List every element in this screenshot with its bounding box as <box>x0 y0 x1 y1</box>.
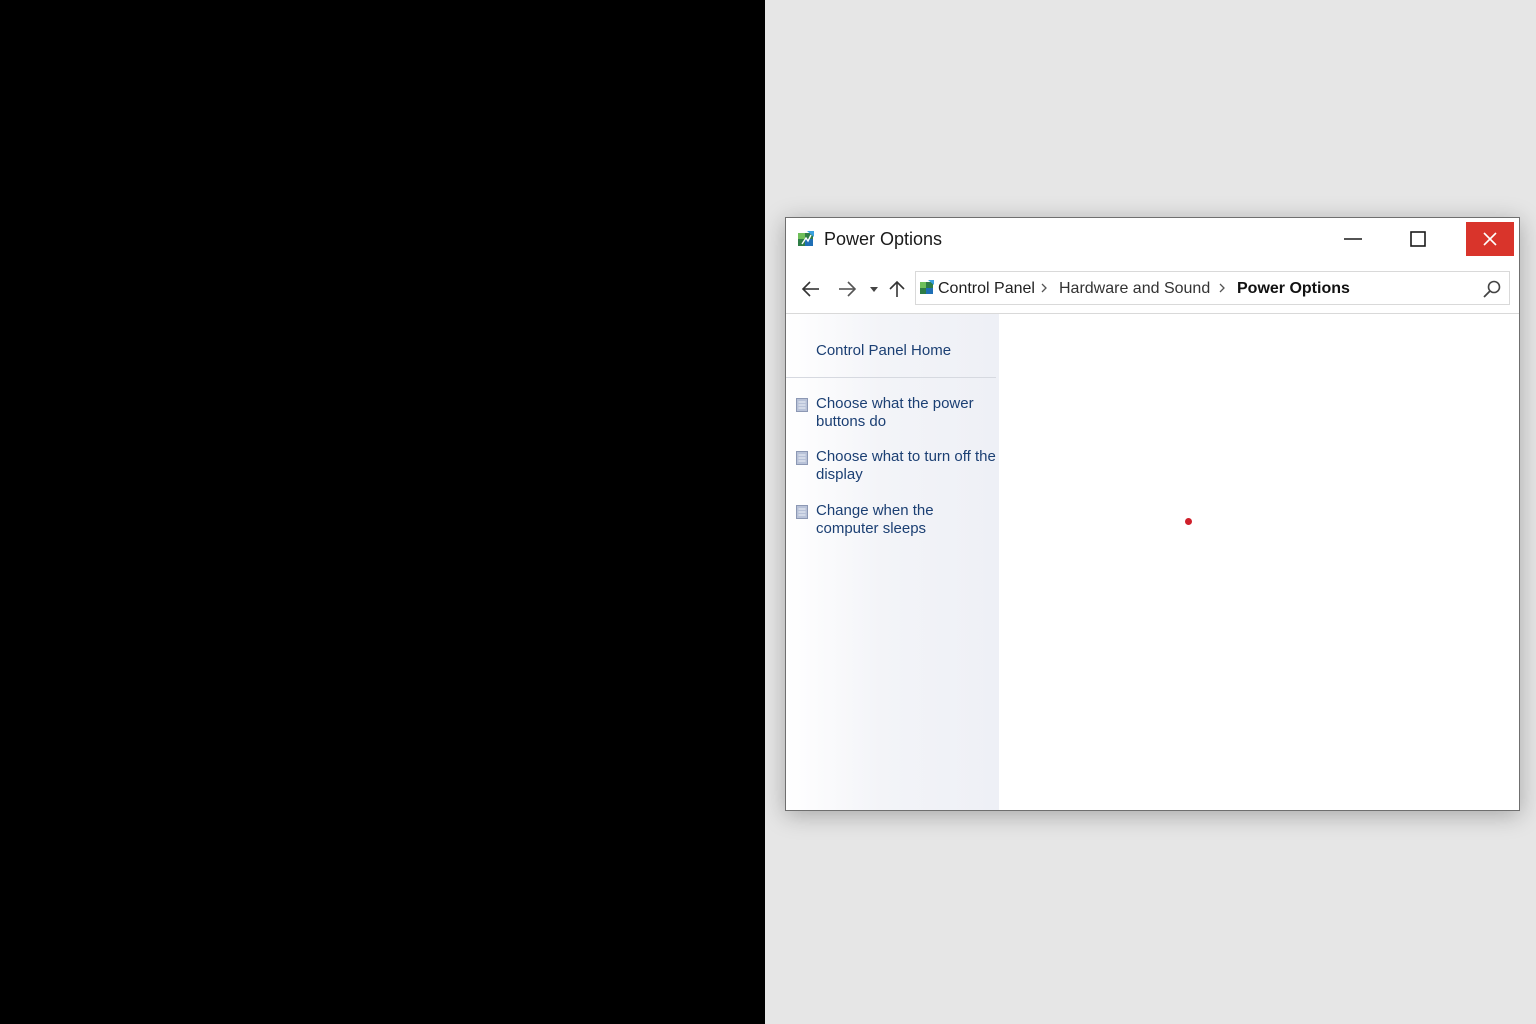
breadcrumb-control-panel[interactable]: Control Panel <box>938 279 1035 299</box>
content-area <box>999 314 1519 810</box>
chevron-right-icon[interactable] <box>1039 281 1049 295</box>
power-options-app-icon <box>798 231 814 246</box>
document-icon <box>796 398 808 412</box>
screen: Power Options Control Panel Hardware and… <box>0 0 1536 1024</box>
chevron-down-icon <box>870 287 878 292</box>
search-icon[interactable] <box>1481 278 1503 300</box>
control-panel-icon <box>920 280 934 294</box>
arrow-left-icon <box>801 281 819 297</box>
arrow-right-icon <box>839 281 857 297</box>
arrow-up-icon <box>889 280 905 297</box>
maximize-button[interactable] <box>1394 222 1442 256</box>
chevron-right-icon[interactable] <box>1217 281 1227 295</box>
address-bar[interactable]: Control Panel Hardware and Sound Power O… <box>915 271 1510 305</box>
sidebar-link-label[interactable]: Choose what the power buttons do <box>816 395 996 431</box>
document-icon <box>796 451 808 465</box>
up-button[interactable] <box>884 276 910 302</box>
maximize-icon <box>1410 231 1426 247</box>
control-panel-home-link[interactable]: Control Panel Home <box>816 341 951 361</box>
close-icon <box>1483 232 1497 246</box>
sidebar-divider <box>786 377 996 378</box>
navigation-bar: Control Panel Hardware and Sound Power O… <box>786 262 1519 314</box>
breadcrumb-hardware-and-sound[interactable]: Hardware and Sound <box>1059 279 1210 299</box>
breadcrumb-power-options[interactable]: Power Options <box>1237 279 1350 299</box>
document-icon <box>796 505 808 519</box>
back-button[interactable] <box>798 276 824 302</box>
sidebar-link-label[interactable]: Choose what to turn off the display <box>816 448 996 484</box>
sidebar-link-label[interactable]: Change when the computer sleeps <box>816 502 996 538</box>
indicator-dot <box>1185 518 1192 525</box>
sidebar: Control Panel Home Choose what the power… <box>786 314 999 810</box>
recent-locations-button[interactable] <box>866 276 882 302</box>
minimize-button[interactable] <box>1329 222 1377 256</box>
power-options-window: Power Options Control Panel Hardware and… <box>785 217 1520 811</box>
forward-button[interactable] <box>834 276 860 302</box>
minimize-icon <box>1344 238 1362 240</box>
black-panel <box>0 0 765 1024</box>
title-bar[interactable]: Power Options <box>786 218 1519 262</box>
window-title: Power Options <box>824 229 943 249</box>
close-button[interactable] <box>1466 222 1514 256</box>
